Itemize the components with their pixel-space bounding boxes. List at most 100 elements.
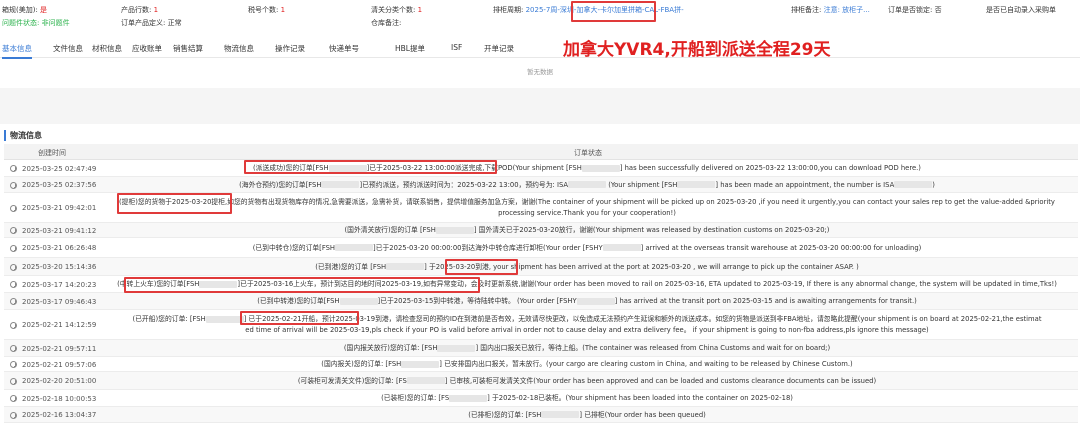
table-row: 2025-03-20 15:14:36 (已到港)您的订单 [FSH] 于2025… bbox=[4, 258, 1078, 276]
row-created-time: 2025-03-21 09:41:12 bbox=[22, 226, 97, 235]
row-created-time: 2025-02-21 09:57:06 bbox=[22, 360, 97, 369]
row-order-status: (已到港)您的订单 [FSH] 于2025-03-20到港, your ship… bbox=[99, 262, 1075, 273]
highlight-box bbox=[240, 311, 359, 325]
row-order-status: (可装柜可发清关文件)您的订单: [FS] 已审核,可装柜可发清关文件(Your… bbox=[99, 376, 1075, 387]
schedule-note-link[interactable]: 注意: 放柜子... bbox=[824, 6, 870, 14]
clock-icon bbox=[10, 204, 17, 212]
clock-icon bbox=[10, 395, 17, 402]
tab-basic-info[interactable]: 基本信息 bbox=[2, 43, 32, 59]
highlight-box bbox=[571, 1, 656, 22]
header-field-warehouse-note: 仓库备注: bbox=[371, 19, 402, 27]
section-title: 物流信息 bbox=[4, 130, 42, 141]
order-header: 箱规(美加): 是 产品行数: 1 税号个数: 1 清关分类个数: 1 排柜周期… bbox=[0, 0, 1080, 32]
clock-icon bbox=[10, 321, 17, 329]
table-row: 2025-03-21 09:41:12 (国外清关放行)您的订单 [FSH] 国外… bbox=[4, 223, 1078, 238]
clock-icon bbox=[10, 281, 17, 288]
table-row: 2025-02-18 10:00:53 (已装柜)您的订单: [FS] 于2025… bbox=[4, 390, 1078, 407]
clock-icon bbox=[10, 345, 17, 352]
tab-express-number[interactable]: 快递单号 bbox=[329, 43, 359, 54]
header-field-product-def: 订单产品定义: 正常 bbox=[121, 19, 182, 27]
table-row: 2025-03-17 09:46:43 (已到中转港)您的订单[FSH]已于202… bbox=[4, 293, 1078, 310]
tab-volume-info[interactable]: 材积信息 bbox=[92, 43, 122, 54]
clock-icon bbox=[10, 263, 17, 271]
clock-icon bbox=[10, 244, 17, 252]
clock-icon bbox=[10, 298, 17, 305]
status-line: (海外仓预约)您的订单[FSH]已预约派送，预约派送时间为：2025-03-22… bbox=[239, 180, 935, 189]
status-line: (已装柜)您的订单: [FS] 于2025-02-18已装柜。(Your shi… bbox=[381, 394, 793, 402]
highlight-box bbox=[244, 160, 497, 174]
table-header: 创建时间 订单状态 bbox=[4, 144, 1078, 160]
status-line: (已到港)您的订单 [FSH] 于2025-03-20到港, your ship… bbox=[315, 262, 859, 271]
table-row: 2025-03-25 02:47:49 (派送成功)您的订单[FSH]已于2025… bbox=[4, 160, 1078, 177]
header-field-customs-count: 清关分类个数: 1 bbox=[371, 6, 423, 14]
clock-icon bbox=[10, 361, 17, 368]
status-line: (已到中转港)您的订单[FSH]已于2025-03-15到中转港，等待陆转中转。… bbox=[257, 297, 917, 305]
row-created-time: 2025-03-25 02:37:56 bbox=[22, 181, 97, 189]
tab-billing-records[interactable]: 开单记录 bbox=[484, 43, 514, 54]
header-field-auto-purchase: 是否已自动录入采购单 bbox=[986, 6, 1056, 14]
row-created-time: 2025-02-18 10:00:53 bbox=[22, 394, 97, 403]
row-created-time: 2025-03-17 09:46:43 bbox=[22, 297, 97, 306]
promo-annotation: 加拿大YVR4,开船到派送全程29天 bbox=[563, 40, 831, 60]
table-row: 2025-02-20 20:51:00 (可装柜可发清关文件)您的订单: [FS]… bbox=[4, 372, 1078, 390]
table-row: 2025-02-21 09:57:06 (国内报关)您的订单: [FSH] 已安排… bbox=[4, 357, 1078, 372]
status-line: (已到中转仓)您的订单[FSH]已于2025-03-20 00:00:00到达海… bbox=[252, 243, 922, 252]
row-order-status: (已到中转港)您的订单[FSH]已于2025-03-15到中转港，等待陆转中转。… bbox=[99, 296, 1075, 307]
row-created-time: 2025-03-25 02:47:49 bbox=[22, 164, 97, 173]
column-created-time: 创建时间 bbox=[38, 149, 66, 157]
status-line: (可装柜可发清关文件)您的订单: [FS] 已审核,可装柜可发清关文件(Your… bbox=[297, 376, 877, 385]
tab-file-info[interactable]: 文件信息 bbox=[53, 43, 83, 54]
tab-bar: 基本信息 文件信息 材积信息 应收账单 销售结算 物流信息 操作记录 快递单号 … bbox=[0, 38, 1080, 59]
row-created-time: 2025-02-20 20:51:00 bbox=[22, 377, 97, 385]
clock-icon bbox=[10, 227, 17, 234]
row-order-status: (已装柜)您的订单: [FS] 于2025-02-18已装柜。(Your shi… bbox=[99, 393, 1075, 404]
table-row: 2025-02-21 14:12:59 (已开船)您的订单: [FSH] 已于20… bbox=[4, 310, 1078, 340]
status-line: (国外清关放行)您的订单 [FSH] 国外清关已于2025-03-20放行，谢谢… bbox=[344, 226, 830, 234]
row-created-time: 2025-03-21 09:42:01 bbox=[22, 204, 97, 212]
header-field-locked: 订单是否锁定: 否 bbox=[888, 6, 942, 14]
row-order-status: (提柜)您的货物于2025-03-20提柜,如您的货物有出现货物库存的情况,急需… bbox=[99, 197, 1075, 219]
tab-isf[interactable]: ISF bbox=[451, 43, 462, 52]
row-created-time: 2025-03-21 06:26:48 bbox=[22, 244, 97, 252]
clock-icon bbox=[10, 377, 17, 385]
status-line: (国内报关放行)您的订单: [FSH] 国内出口报关已放行，等待上船。(The … bbox=[343, 344, 831, 352]
row-created-time: 2025-02-16 13:04:37 bbox=[22, 411, 97, 419]
header-field-problem-status: 问题件状态: 非问题件 bbox=[2, 19, 70, 27]
clock-icon bbox=[10, 181, 17, 189]
row-order-status: (国内报关放行)您的订单: [FSH] 国内出口报关已放行，等待上船。(The … bbox=[99, 343, 1075, 354]
row-created-time: 2025-03-17 14:20:23 bbox=[22, 280, 97, 289]
highlight-box bbox=[445, 259, 518, 275]
highlight-box bbox=[124, 277, 480, 293]
table-row: 2025-03-21 06:26:48 (已到中转仓)您的订单[FSH]已于202… bbox=[4, 238, 1078, 258]
header-field-tax-count: 税号个数: 1 bbox=[248, 6, 286, 14]
header-field-schedule-note: 排柜备注: 注意: 放柜子... bbox=[791, 6, 870, 14]
section-divider bbox=[0, 88, 1080, 124]
row-created-time: 2025-03-20 15:14:36 bbox=[22, 263, 97, 271]
tab-receivables[interactable]: 应收账单 bbox=[132, 43, 162, 54]
row-order-status: (国外清关放行)您的订单 [FSH] 国外清关已于2025-03-20放行，谢谢… bbox=[99, 225, 1075, 236]
tab-sales-settlement[interactable]: 销售结算 bbox=[173, 43, 203, 54]
status-line: processing service.Thank you for your co… bbox=[498, 209, 676, 217]
header-field-product-rows: 产品行数: 1 bbox=[121, 6, 159, 14]
tab-hbl[interactable]: HBL提单 bbox=[395, 43, 425, 54]
tab-logistics-info[interactable]: 物流信息 bbox=[224, 43, 254, 54]
row-order-status: (已排柜)您的订单: [FSH] 已排柜(Your order has been… bbox=[99, 410, 1075, 421]
column-order-status: 订单状态 bbox=[574, 149, 602, 157]
row-order-status: (海外仓预约)您的订单[FSH]已预约派送，预约派送时间为：2025-03-22… bbox=[99, 180, 1075, 191]
table-row: 2025-02-21 09:57:11 (国内报关放行)您的订单: [FSH] 国… bbox=[4, 340, 1078, 357]
clock-icon bbox=[10, 165, 17, 172]
table-row: 2025-02-16 13:04:37 (已排柜)您的订单: [FSH] 已排柜(… bbox=[4, 407, 1078, 423]
status-line: (国内报关)您的订单: [FSH] 已安排国内出口报关，暂未放行。(your c… bbox=[321, 360, 853, 368]
row-created-time: 2025-02-21 09:57:11 bbox=[22, 344, 97, 353]
status-line: ed time of arrival will be 2025-03-19,pl… bbox=[245, 326, 929, 334]
table-row: 2025-03-25 02:37:56 (海外仓预约)您的订单[FSH]已预约派送… bbox=[4, 177, 1078, 193]
clock-icon bbox=[10, 411, 17, 419]
header-field-box-rule: 箱规(美加): 是 bbox=[2, 6, 48, 14]
status-line: (提柜)您的货物于2025-03-20提柜,如您的货物有出现货物库存的情况,急需… bbox=[119, 198, 1055, 206]
row-order-status: (已到中转仓)您的订单[FSH]已于2025-03-20 00:00:00到达海… bbox=[99, 243, 1075, 254]
row-order-status: (国内报关)您的订单: [FSH] 已安排国内出口报关，暂未放行。(your c… bbox=[99, 359, 1075, 370]
empty-placeholder: 暂无数据 bbox=[527, 68, 553, 76]
highlight-box bbox=[117, 193, 232, 214]
tab-operation-log[interactable]: 操作记录 bbox=[275, 43, 305, 54]
row-created-time: 2025-02-21 14:12:59 bbox=[22, 321, 97, 329]
